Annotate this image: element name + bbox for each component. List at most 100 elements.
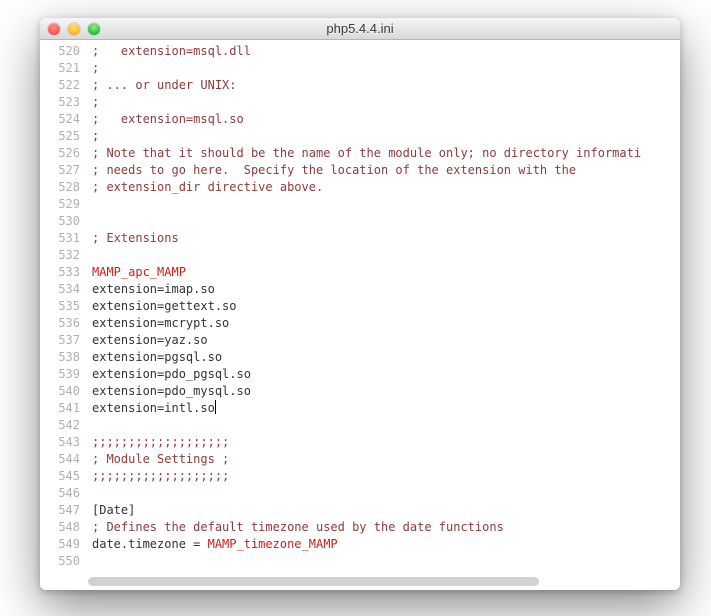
line-number: 542	[40, 417, 80, 434]
line-number: 546	[40, 485, 80, 502]
line-number: 543	[40, 434, 80, 451]
code-line[interactable]: ; extension=msql.so	[92, 111, 680, 128]
line-number: 527	[40, 162, 80, 179]
code-line[interactable]	[92, 485, 680, 502]
code-span: ;	[92, 129, 99, 143]
line-number: 549	[40, 536, 80, 553]
code-line[interactable]: ; extension_dir directive above.	[92, 179, 680, 196]
code-line[interactable]	[92, 247, 680, 264]
code-span: date.timezone =	[92, 537, 208, 551]
minimize-icon[interactable]	[68, 23, 80, 35]
code-line[interactable]: ;	[92, 94, 680, 111]
line-number: 521	[40, 60, 80, 77]
line-number: 541	[40, 400, 80, 417]
code-span: ; ... or under UNIX:	[92, 78, 237, 92]
editor-area: 5205215225235245255265275285295305315325…	[40, 40, 680, 590]
line-number: 526	[40, 145, 80, 162]
horizontal-scrollbar[interactable]	[88, 577, 666, 586]
line-number: 535	[40, 298, 80, 315]
code-span: MAMP_timezone_MAMP	[208, 537, 338, 551]
code-line[interactable]: extension=pgsql.so	[92, 349, 680, 366]
code-line[interactable]	[92, 213, 680, 230]
code-span: ; Defines the default timezone used by t…	[92, 520, 504, 534]
line-number: 537	[40, 332, 80, 349]
line-number: 530	[40, 213, 80, 230]
code-line[interactable]: ;	[92, 128, 680, 145]
code-line[interactable]: [Date]	[92, 502, 680, 519]
code-line[interactable]: extension=imap.so	[92, 281, 680, 298]
code-line[interactable]: ; Defines the default timezone used by t…	[92, 519, 680, 536]
code-area[interactable]: ; extension=msql.dll; ; ... or under UNIX…	[86, 40, 680, 590]
code-line[interactable]: extension=pdo_pgsql.so	[92, 366, 680, 383]
code-line[interactable]: ;	[92, 60, 680, 77]
line-number: 540	[40, 383, 80, 400]
code-line[interactable]: ;;;;;;;;;;;;;;;;;;;	[92, 468, 680, 485]
line-number: 524	[40, 111, 80, 128]
code-line[interactable]: date.timezone = MAMP_timezone_MAMP	[92, 536, 680, 553]
code-span: ; Extensions	[92, 231, 179, 245]
code-line[interactable]	[92, 553, 680, 570]
line-number: 538	[40, 349, 80, 366]
line-number: 528	[40, 179, 80, 196]
line-number-gutter: 5205215225235245255265275285295305315325…	[40, 40, 86, 590]
code-span: extension=intl.so	[92, 401, 215, 415]
code-line[interactable]: ; extension=msql.dll	[92, 43, 680, 60]
code-span: ; extension=msql.so	[92, 112, 244, 126]
line-number: 544	[40, 451, 80, 468]
line-number: 520	[40, 43, 80, 60]
traffic-lights	[48, 23, 100, 35]
code-line[interactable]: MAMP_apc_MAMP	[92, 264, 680, 281]
line-number: 522	[40, 77, 80, 94]
line-number: 536	[40, 315, 80, 332]
close-icon[interactable]	[48, 23, 60, 35]
line-number: 548	[40, 519, 80, 536]
code-line[interactable]	[92, 417, 680, 434]
code-span: extension=imap.so	[92, 282, 215, 296]
code-span: ; extension=msql.dll	[92, 44, 251, 58]
horizontal-scrollbar-thumb[interactable]	[88, 577, 539, 586]
line-number: 529	[40, 196, 80, 213]
line-number: 523	[40, 94, 80, 111]
code-line[interactable]: extension=intl.so	[92, 400, 680, 417]
code-span: ;	[92, 95, 99, 109]
line-number: 532	[40, 247, 80, 264]
titlebar[interactable]: php5.4.4.ini	[40, 18, 680, 40]
code-span: extension=yaz.so	[92, 333, 208, 347]
code-line[interactable]: extension=yaz.so	[92, 332, 680, 349]
code-line[interactable]: ; Note that it should be the name of the…	[92, 145, 680, 162]
code-span: extension=gettext.so	[92, 299, 237, 313]
zoom-icon[interactable]	[88, 23, 100, 35]
line-number: 531	[40, 230, 80, 247]
line-number: 547	[40, 502, 80, 519]
code-line[interactable]: ; ... or under UNIX:	[92, 77, 680, 94]
line-number: 525	[40, 128, 80, 145]
code-line[interactable]	[92, 196, 680, 213]
line-number: 533	[40, 264, 80, 281]
code-line[interactable]: extension=mcrypt.so	[92, 315, 680, 332]
editor-window: php5.4.4.ini 520521522523524525526527528…	[40, 18, 680, 590]
code-line[interactable]: ; Extensions	[92, 230, 680, 247]
code-span: ;;;;;;;;;;;;;;;;;;;	[92, 435, 229, 449]
code-span: ;;;;;;;;;;;;;;;;;;;	[92, 469, 229, 483]
code-span: extension=pdo_pgsql.so	[92, 367, 251, 381]
text-cursor	[215, 400, 216, 414]
line-number: 539	[40, 366, 80, 383]
code-line[interactable]: ; Module Settings ;	[92, 451, 680, 468]
code-span: extension=pdo_mysql.so	[92, 384, 251, 398]
code-span: ; Note that it should be the name of the…	[92, 146, 641, 160]
code-span: ; extension_dir directive above.	[92, 180, 323, 194]
line-number: 545	[40, 468, 80, 485]
code-line[interactable]: ; needs to go here. Specify the location…	[92, 162, 680, 179]
line-number: 534	[40, 281, 80, 298]
code-span: ;	[92, 61, 99, 75]
window-title: php5.4.4.ini	[40, 21, 680, 36]
code-span: MAMP_apc_MAMP	[92, 265, 186, 279]
code-line[interactable]: extension=pdo_mysql.so	[92, 383, 680, 400]
code-line[interactable]: extension=gettext.so	[92, 298, 680, 315]
code-span: ; Module Settings ;	[92, 452, 229, 466]
line-number: 550	[40, 553, 80, 570]
code-span: ; needs to go here. Specify the location…	[92, 163, 576, 177]
code-span: extension=mcrypt.so	[92, 316, 229, 330]
code-span: [Date]	[92, 503, 135, 517]
code-line[interactable]: ;;;;;;;;;;;;;;;;;;;	[92, 434, 680, 451]
